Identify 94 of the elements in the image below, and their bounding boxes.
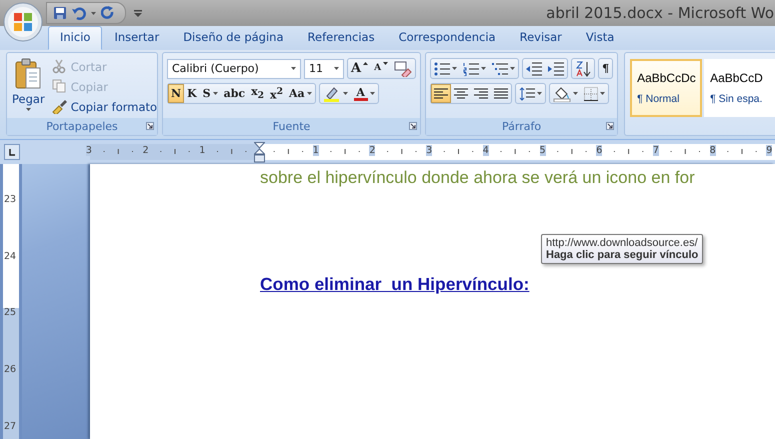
bullet-list-icon [434,62,450,76]
ruler-number: 1 [199,145,206,156]
customize-menu-icon [134,10,142,16]
ruler-number: 7 [652,145,659,156]
ruler-number: 4 [482,145,489,156]
dropdown-caret-icon [212,92,218,95]
ruler-number: 3 [86,145,92,156]
ruler-number: 9 [766,145,772,156]
dropdown-caret-icon [370,92,375,95]
tab-stop-icon [4,144,20,160]
toolbar-button[interactable]: A [350,84,378,103]
toolbar-button[interactable]: x$^{2}$ [267,84,286,103]
dialog-launcher-icon [409,122,418,130]
paintbrush-icon [52,99,67,114]
ribbon-tab[interactable]: Correspondencia [386,26,508,50]
toolbar-button[interactable]: A [371,59,392,78]
numbered-list-icon [463,62,480,76]
ribbon-tab[interactable]: Revisar [508,26,574,50]
justify-icon [494,88,508,100]
ruler-number: 6 [596,145,602,156]
align-right-icon [474,88,488,100]
align-center-icon [454,88,468,100]
toolbar-button[interactable]: K [184,84,200,103]
clipboard-button[interactable]: Copiar formato [50,98,160,115]
redo-icon [101,6,115,20]
save-icon [53,6,67,20]
toolbar-button[interactable]: x$_{2}$ [248,84,268,103]
group-label: Fuente [272,120,310,133]
dropdown-caret-icon [342,92,348,95]
ribbon-tab[interactable]: Diseño de página [171,26,296,50]
dialog-launcher-icon [606,122,614,130]
align-left-icon [434,88,448,100]
ribbon-tab[interactable]: Insertar [102,26,172,50]
sort-icon [575,60,592,76]
ruler-number: 24 [4,250,16,262]
ruler-number: 3 [426,145,432,156]
ruler-number: 25 [4,307,16,318]
decrease-indent-icon [526,62,542,76]
highlighter-icon [322,86,341,102]
ruler-number: 8 [710,145,716,156]
ruler-number: 5 [540,145,546,156]
paste-button[interactable]: Pegar [10,56,47,118]
undo-icon [72,6,86,20]
dropdown-caret-icon [291,67,296,70]
toolbar-button[interactable]: Aa [286,84,315,103]
font-name-field[interactable]: Calibri (Cuerpo) [167,58,301,78]
color-bar-icon [354,98,368,100]
toolbar-button[interactable]: abc [220,84,248,103]
paint-bucket-icon [553,86,572,102]
style-button[interactable]: AaBbCcDc ¶ Normal [630,59,702,117]
clipboard-icon [14,58,42,90]
toolbar-button[interactable]: A [348,59,372,78]
dropdown-caret-icon [510,67,516,70]
clear-format-icon [394,60,412,76]
multilevel-list-icon [492,62,508,76]
tooltip-url: http://www.downloadsource.es/ [546,237,698,249]
ruler-number: 2 [142,145,149,156]
scissors-icon [52,59,67,74]
dropdown-caret-icon [481,67,486,70]
ribbon-tab[interactable]: Inicio [48,26,102,50]
ribbon-tab[interactable]: Referencias [296,26,387,50]
toolbar-button[interactable]: N [168,84,184,103]
ruler-number: 26 [4,364,16,376]
toolbar-button[interactable]: S [200,84,221,103]
dropdown-caret-icon [26,108,31,111]
body-paragraph: sobre el hipervínculo donde ahora se verá un icono en for [260,168,696,188]
font-size-field[interactable]: 11 [304,58,344,78]
ruler-number: 23 [4,194,16,205]
toolbar-button[interactable] [431,84,452,103]
dropdown-caret-icon [306,92,312,95]
dialog-launcher-icon [146,122,154,130]
ruler-number: 1 [312,145,319,156]
ruler-number: 2 [369,145,376,156]
ribbon-tab[interactable]: Vista [574,26,626,50]
increase-indent-icon [548,62,564,76]
increase-caret-icon [363,62,368,65]
hyperlink-heading[interactable]: Como eliminar un Hipervínculo: [260,274,530,295]
line-spacing-icon [519,86,536,100]
toolbar-button[interactable]: ¶ [599,59,612,78]
dropdown-caret-icon [573,92,578,95]
borders-icon [584,86,598,100]
copy-icon [52,79,67,94]
group-label: Párrafo [502,120,542,133]
style-button[interactable]: AaBbCcD ¶ Sin espa. [704,59,775,117]
decrease-caret-icon [383,62,388,65]
ruler-number: 27 [4,420,16,432]
dropdown-caret-icon [537,92,542,95]
dropdown-caret-icon [91,12,96,14]
dropdown-caret-icon [600,92,606,95]
tooltip-hint: Haga clic para seguir vínculo [546,249,698,261]
dropdown-caret-icon [334,67,339,70]
dropdown-caret-icon [452,67,458,70]
window-title: abril 2015.docx - Microsoft Wo [546,4,774,22]
group-label: Portapapeles [46,120,118,133]
